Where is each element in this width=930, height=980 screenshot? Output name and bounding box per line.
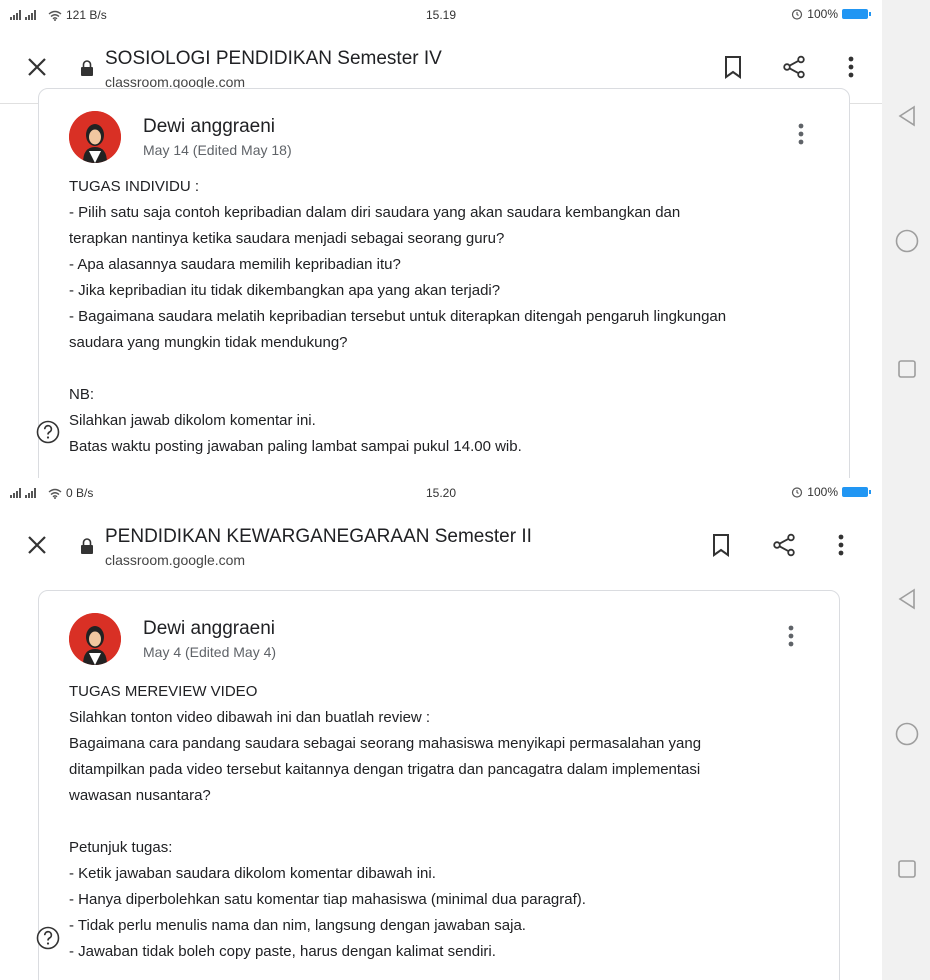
battery-icon (842, 9, 871, 19)
post-card: Dewi anggraeni May 4 (Edited May 4) TUGA… (38, 590, 840, 980)
post-line: TUGAS MEREVIEW VIDEO (69, 683, 258, 700)
post-card: Dewi anggraeni May 14 (Edited May 18) TU… (38, 88, 850, 478)
battery-icon (842, 487, 871, 497)
person-icon (69, 111, 121, 163)
post-line: terapkan nantinya ketika saudara menjadi… (69, 230, 505, 247)
nav-back-icon (898, 588, 915, 610)
post-line: TUGAS INDIVIDU : (69, 178, 200, 195)
nav-back-button[interactable] (894, 103, 920, 129)
nav-home-button[interactable] (894, 228, 920, 254)
post-more-icon[interactable] (791, 121, 811, 151)
nav-recents-icon (898, 360, 916, 378)
share-button[interactable] (781, 54, 807, 80)
share-icon (773, 533, 795, 557)
nav-home-icon (895, 229, 919, 253)
post-line: - Tidak perlu menulis nama dan nim, lang… (69, 917, 526, 934)
post-line: - Apa alasannya saudara memilih kepribad… (69, 256, 401, 273)
avatar[interactable] (69, 111, 121, 163)
lock-icon (81, 60, 93, 76)
post-date: May 4 (Edited May 4) (143, 644, 277, 660)
more-options-button[interactable] (838, 54, 864, 80)
bookmark-icon (725, 56, 741, 79)
close-icon[interactable] (24, 54, 50, 80)
post-line: - Bagaimana saudara melatih kepribadian … (69, 308, 727, 325)
page-title: SOSIOLOGI PENDIDIKAN Semester IV (105, 48, 442, 69)
post-line: - Ketik jawaban saudara dikolom komentar… (69, 865, 436, 882)
status-bar: 121 B/s 15.19 100% (0, 0, 882, 30)
screenshot-1: 121 B/s 15.19 100% SOSIOLOGI PENDIDIKAN … (0, 0, 882, 478)
screenshot-2: 0 B/s 15.20 100% PENDIDIKAN KEWARGANEGAR… (0, 478, 882, 980)
post-line: - Jika kepribadian itu tidak dikembangka… (69, 282, 501, 299)
post-more-icon[interactable] (781, 623, 801, 653)
post-line: Silahkan jawab dikolom komentar ini. (69, 412, 316, 429)
post-line: - Hanya diperbolehkan satu komentar tiap… (69, 891, 586, 908)
status-time: 15.20 (425, 486, 457, 500)
nav-recents-icon (898, 860, 916, 878)
post-line: Silahkan tonton video dibawah ini dan bu… (69, 709, 431, 726)
more-vert-icon (848, 56, 854, 78)
post-line (69, 356, 726, 382)
post-body: TUGAS INDIVIDU : - Pilih satu saja conto… (69, 174, 726, 460)
post-author[interactable]: Dewi anggraeni (143, 116, 275, 138)
page-url: classroom.google.com (105, 552, 246, 568)
nav-home-icon (895, 722, 919, 746)
post-line: Batas waktu posting jawaban paling lamba… (69, 438, 522, 455)
post-line: - Jawaban tidak boleh copy paste, harus … (69, 943, 496, 960)
post-body: TUGAS MEREVIEW VIDEO Silahkan tonton vid… (69, 679, 701, 965)
post-line: - Pilih satu saja contoh kepribadian dal… (69, 204, 681, 221)
close-icon[interactable] (24, 532, 50, 558)
post-line: ditampilkan pada video tersebut kaitanny… (69, 761, 701, 778)
browser-toolbar: PENDIDIKAN KEWARGANEGARAAN Semester II c… (0, 508, 882, 582)
bookmark-button[interactable] (720, 54, 746, 80)
post-line: wawasan nusantara? (69, 787, 211, 804)
post-line: NB: (69, 386, 95, 403)
status-bar: 0 B/s 15.20 100% (0, 478, 882, 508)
post-line (69, 809, 701, 835)
avatar[interactable] (69, 613, 121, 665)
post-author[interactable]: Dewi anggraeni (143, 618, 275, 640)
bookmark-icon (713, 534, 729, 557)
nav-home-button[interactable] (894, 721, 920, 747)
battery-percent: 100% (807, 7, 838, 21)
nav-back-icon (898, 105, 915, 127)
nav-recents-button[interactable] (894, 356, 920, 382)
page-title: PENDIDIKAN KEWARGANEGARAAN Semester II (105, 526, 532, 547)
system-navbar-2 (882, 478, 930, 980)
post-date: May 14 (Edited May 18) (143, 142, 292, 158)
nav-recents-button[interactable] (894, 856, 920, 882)
more-vert-icon (838, 534, 844, 556)
status-time: 15.19 (425, 8, 457, 22)
nav-back-button[interactable] (894, 586, 920, 612)
more-options-button[interactable] (828, 532, 854, 558)
alarm-icon (792, 487, 803, 498)
post-line: Bagaimana cara pandang saudara sebagai s… (69, 735, 702, 752)
post-line: saudara yang mungkin tidak mendukung? (69, 334, 348, 351)
share-icon (783, 55, 805, 79)
bookmark-button[interactable] (708, 532, 734, 558)
alarm-icon (792, 9, 803, 20)
share-button[interactable] (771, 532, 797, 558)
post-line: Petunjuk tugas: (69, 839, 173, 856)
help-circle-icon[interactable] (36, 420, 60, 444)
person-icon (69, 613, 121, 665)
battery-percent: 100% (807, 485, 838, 499)
system-navbar-1 (882, 0, 930, 478)
lock-icon (81, 538, 93, 554)
help-circle-icon[interactable] (36, 926, 60, 950)
